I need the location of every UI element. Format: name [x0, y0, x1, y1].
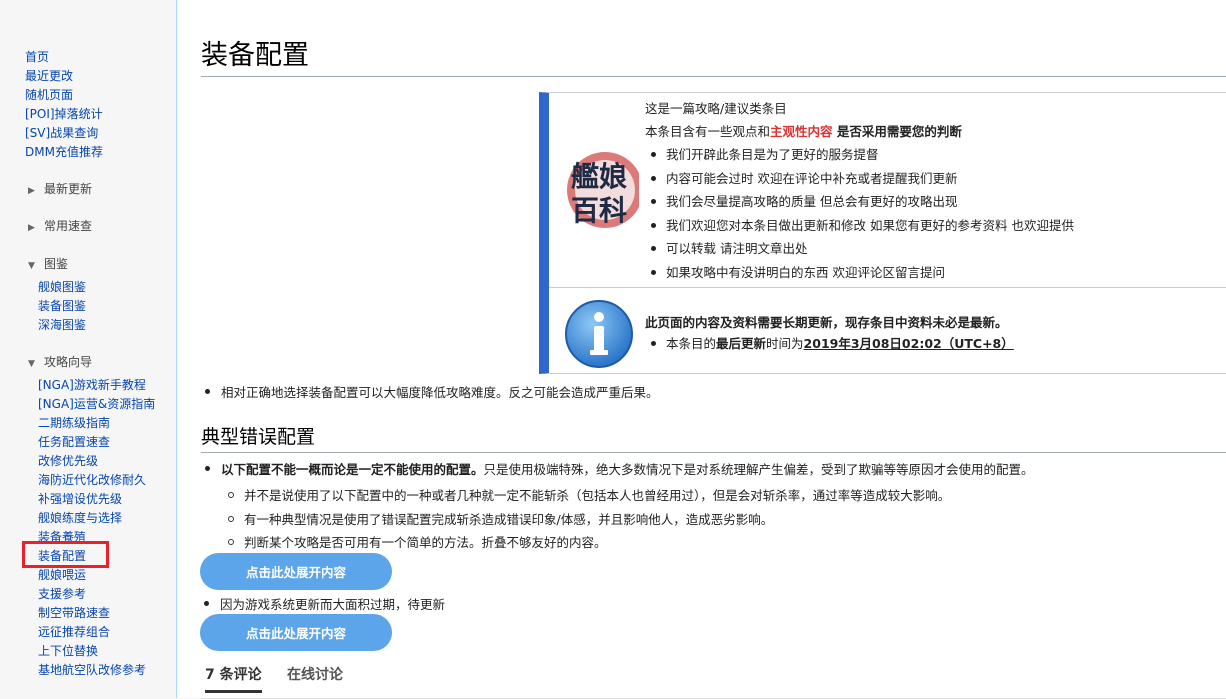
notice-item: 如果攻略中有没讲明白的东西 欢迎评论区留言提问: [645, 261, 1074, 285]
sidebar-link-equipment-atlas[interactable]: 装备图鉴: [38, 297, 86, 316]
sidebar-section-label: 常用速查: [44, 219, 93, 233]
notice-item: 我们欢迎您对本条目做出更新和修改 如果您有更好的参考资料 也欢迎提供: [645, 214, 1074, 238]
notice-item: 我们会尽量提高攻略的质量 但总会有更好的攻略出现: [645, 190, 1074, 214]
sidebar-link-shipgirl-atlas[interactable]: 舰娘图鉴: [38, 278, 86, 297]
moegirl-logo-icon: 艦娘 百科: [567, 152, 639, 228]
notice-item: 内容可能会过时 欢迎在评论中补充或者提醒我们更新: [645, 167, 1074, 191]
notice-text: 这是一篇攻略/建议类条目 本条目含有一些观点和主观性内容 是否采用需要您的判断 …: [645, 97, 1074, 284]
sidebar-link-sv-results[interactable]: [SV]战果查询: [25, 124, 103, 143]
svg-text:百科: 百科: [571, 194, 627, 227]
sidebar-link-poi-drops[interactable]: [POI]掉落统计: [25, 105, 103, 124]
tab-comments[interactable]: 7 条评论: [205, 664, 262, 693]
update-time: 2019年3月08日02:02（UTC+8）: [803, 336, 1014, 351]
notice-subheading: 本条目含有一些观点和主观性内容 是否采用需要您的判断: [645, 120, 1074, 143]
page-title: 装备配置: [201, 33, 1226, 77]
sidebar-link-guide[interactable]: 制空带路速查: [38, 604, 155, 623]
triangle-right-icon: ▶: [28, 223, 35, 233]
notice-item: 可以转载 请注明文章出处: [645, 237, 1074, 261]
discussion-tabs: 7 条评论 在线讨论: [201, 660, 1226, 699]
notice-sub-post: 是否采用需要您的判断: [832, 124, 962, 139]
warning-bold: 以下配置不能一概而论是一定不能使用的配置。: [221, 462, 484, 477]
expand-content-button[interactable]: 点击此处展开内容: [200, 553, 392, 590]
notice-item: 我们开辟此条目是为了更好的服务提督: [645, 143, 1074, 167]
sidebar-section-guide[interactable]: ▼ 攻略向导: [28, 353, 92, 370]
sidebar-section-label: 攻略向导: [44, 355, 93, 369]
notice-update-text: 此页面的内容及资料需要长期更新，现存条目中资料未必是最新。 本条目的最后更新时间…: [645, 312, 1014, 354]
triangle-right-icon: ▶: [28, 186, 35, 196]
notice-heading: 这是一篇攻略/建议类条目: [645, 101, 787, 116]
highlight-box: [22, 541, 109, 568]
sidebar-guide-links: [NGA]游戏新手教程 [NGA]运营&资源指南 二期练级指南 任务配置速查 改…: [38, 376, 155, 680]
sidebar-link-guide[interactable]: 舰娘练度与选择: [38, 509, 155, 528]
sidebar-link-guide[interactable]: 上下位替换: [38, 642, 155, 661]
sidebar-link-abyssal-atlas[interactable]: 深海图鉴: [38, 316, 86, 335]
sidebar-link-dmm-recharge[interactable]: DMM充值推荐: [25, 143, 103, 162]
sidebar-link-guide[interactable]: 改修优先级: [38, 452, 155, 471]
sidebar-section-latest[interactable]: ▶ 最新更新: [28, 180, 92, 197]
sidebar-link-recent-changes[interactable]: 最近更改: [25, 67, 103, 86]
guide-notice-box: 艦娘 百科 这是一篇攻略/建议类条目 本条目含有一些观点和主观性内容 是否采用需…: [539, 92, 1226, 374]
sidebar-link-random-page[interactable]: 随机页面: [25, 86, 103, 105]
sidebar-link-guide[interactable]: 支援参考: [38, 585, 155, 604]
notice-update-heading: 此页面的内容及资料需要长期更新，现存条目中资料未必是最新。: [645, 315, 1008, 330]
section-heading: 典型错误配置: [201, 422, 1226, 453]
tab-online-discussion[interactable]: 在线讨论: [287, 664, 343, 684]
sidebar-link-guide[interactable]: 二期练级指南: [38, 414, 155, 433]
expand-content-button[interactable]: 点击此处展开内容: [200, 614, 392, 651]
triangle-down-icon: ▼: [28, 261, 35, 271]
sidebar-link-guide[interactable]: 补强增设优先级: [38, 490, 155, 509]
sidebar-top-links: 首页 最近更改 随机页面 [POI]掉落统计 [SV]战果查询 DMM充值推荐: [25, 48, 103, 162]
notice-sub-red: 主观性内容: [770, 124, 833, 139]
sidebar-link-guide[interactable]: [NGA]游戏新手教程: [38, 376, 155, 395]
sidebar: 首页 最近更改 随机页面 [POI]掉落统计 [SV]战果查询 DMM充值推荐 …: [0, 0, 176, 698]
sidebar-link-guide[interactable]: 基地航空队改修参考: [38, 661, 155, 680]
sidebar-atlas-links: 舰娘图鉴 装备图鉴 深海图鉴: [38, 278, 86, 335]
warning-text: 以下配置不能一概而论是一定不能使用的配置。只是使用极端特殊，绝大多数情况下是对系…: [205, 459, 1034, 478]
main-content: 装备配置 艦娘 百科 这是一篇攻略/建议类条目 本条目含有一些观点和主观性内容 …: [176, 0, 1226, 699]
sidebar-section-label: 最新更新: [44, 182, 93, 196]
sidebar-section-label: 图鉴: [44, 257, 69, 271]
sidebar-link-home[interactable]: 首页: [25, 48, 103, 67]
info-icon: [565, 300, 633, 368]
intro-text: 相对正确地选择装备配置可以大幅度降低攻略难度。反之可能会造成严重后果。: [205, 382, 659, 401]
sidebar-link-guide[interactable]: 海防近代化改修耐久: [38, 471, 155, 490]
update-mid: 时间为: [766, 336, 804, 351]
outdated-text: 因为游戏系统更新而大面积过期，待更新: [203, 594, 445, 613]
update-pre: 本条目的: [666, 336, 717, 351]
sidebar-section-atlas[interactable]: ▼ 图鉴: [28, 255, 68, 272]
sub-item: 有一种典型情况是使用了错误配置完成斩杀造成错误印象/体感，并且影响他人，造成恶劣…: [227, 509, 773, 528]
notice-list: 我们开辟此条目是为了更好的服务提督 内容可能会过时 欢迎在评论中补充或者提醒我们…: [645, 143, 1074, 284]
notice-sub-pre: 本条目含有一些观点和: [645, 124, 771, 139]
triangle-down-icon: ▼: [28, 359, 35, 369]
sidebar-link-guide[interactable]: 远征推荐组合: [38, 623, 155, 642]
sidebar-link-guide[interactable]: [NGA]运营&资源指南: [38, 395, 155, 414]
notice-top: 艦娘 百科 这是一篇攻略/建议类条目 本条目含有一些观点和主观性内容 是否采用需…: [549, 93, 1226, 288]
svg-text:艦娘: 艦娘: [571, 160, 627, 193]
sidebar-link-guide[interactable]: 任务配置速查: [38, 433, 155, 452]
update-bold: 最后更新: [716, 336, 767, 351]
sidebar-section-quick[interactable]: ▶ 常用速查: [28, 217, 92, 234]
notice-update-item: 本条目的最后更新时间为2019年3月08日02:02（UTC+8）: [645, 333, 1014, 354]
notice-bottom: 此页面的内容及资料需要长期更新，现存条目中资料未必是最新。 本条目的最后更新时间…: [549, 288, 1226, 374]
sidebar-link-guide[interactable]: 舰娘喂运: [38, 566, 155, 585]
sub-item: 并不是说使用了以下配置中的一种或者几种就一定不能斩杀（包括本人也曾经用过），但是…: [227, 485, 950, 504]
sub-item: 判断某个攻略是否可用有一个简单的方法。折叠不够友好的内容。: [228, 532, 607, 551]
warning-rest: 只是使用极端特殊，绝大多数情况下是对系统理解产生偏差，受到了欺骗等等原因才会使用…: [483, 462, 1034, 477]
